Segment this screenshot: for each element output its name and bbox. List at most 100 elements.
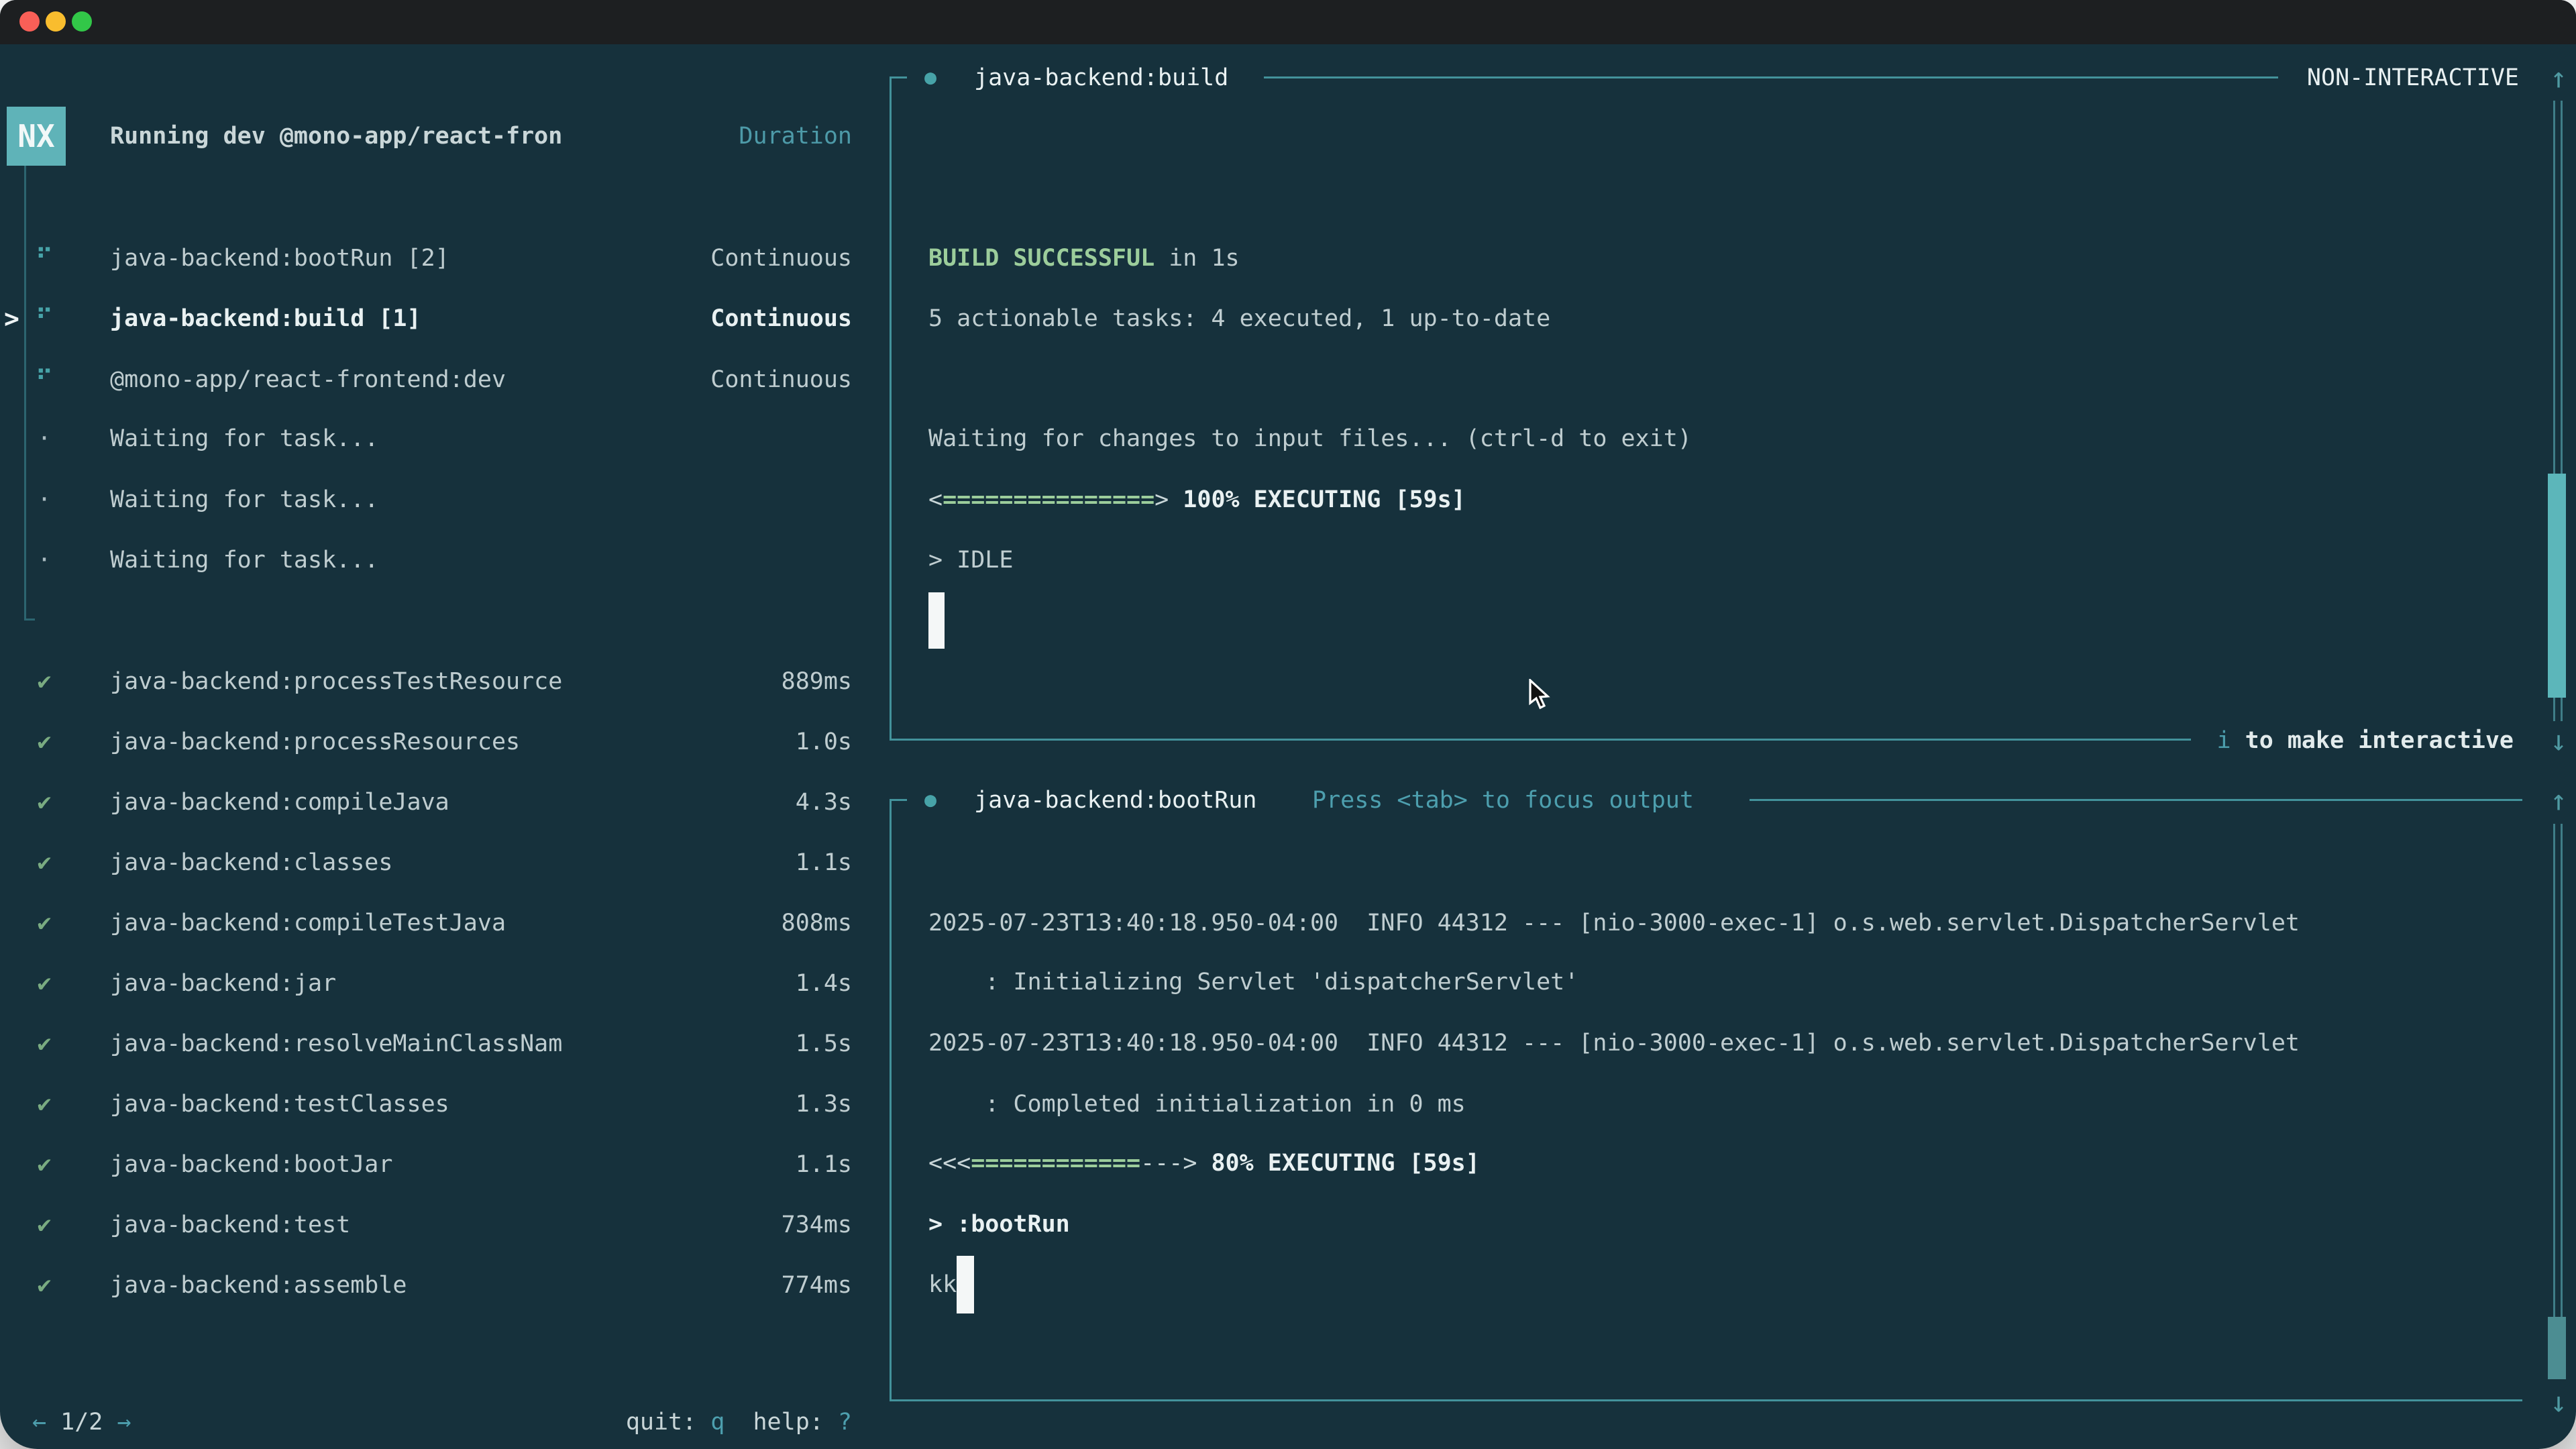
task-duration: 4.3s [796,789,852,816]
prev-page-arrow-icon[interactable]: ← [32,1409,46,1436]
task-row[interactable]: ✔java-backend:compileTestJava808ms [0,893,890,953]
help-key[interactable]: ? [838,1409,852,1436]
task-name: Waiting for task... [110,486,378,513]
bottom-panel-title: java-backend:bootRun [974,787,1256,814]
task-row[interactable]: ✔java-backend:resolveMainClassNam1.5s [0,1014,890,1074]
gradle-progress-bar: <<<============---> 80% EXECUTING [59s] [928,1150,1480,1177]
build-successful-text: BUILD SUCCESSFUL [928,245,1155,272]
task-row[interactable]: ✔java-backend:test734ms [0,1195,890,1255]
idle-line: > IDLE [928,547,1013,574]
task-running-spinner-icon: ⠋ [31,366,58,393]
task-row[interactable]: ✔java-backend:jar1.4s [0,953,890,1014]
progress-left-cap: < [928,486,943,513]
scrollbar-track[interactable] [2553,824,2563,1371]
progress-left-cap: <<< [928,1150,971,1177]
typed-input-text[interactable]: kk [928,1271,957,1298]
scrollbar-thumb[interactable] [2548,1317,2566,1379]
task-row[interactable]: ✔ java-backend:compileJava 4.3s [0,772,890,833]
scroll-down-icon[interactable]: ↓ [2544,724,2573,757]
task-row[interactable]: ⠋@mono-app/react-frontend:devContinuous [0,350,890,410]
task-duration: Continuous [710,366,852,393]
focus-output-hint: Press <tab> to focus output [1312,787,1694,814]
interactive-hint-text: to make interactive [2231,727,2514,754]
page-indicator [46,1409,60,1436]
panel-border [890,76,907,78]
task-name: java-backend:compileJava [110,789,449,816]
task-list-header: Running dev @mono-app/react-fron Duratio… [0,107,890,166]
panel-border [890,76,892,741]
task-row[interactable]: ✔java-backend:classes1.1s [0,833,890,893]
tasks-summary-line: 5 actionable tasks: 4 executed, 1 up-to-… [928,305,1550,332]
task-name: java-backend:classes [110,849,392,876]
terminal-cursor [957,1256,974,1313]
maximize-window-icon[interactable] [72,11,92,32]
task-duration: 808ms [782,910,852,936]
task-success-check-icon: ✔ [31,668,58,695]
task-success-check-icon: ✔ [31,1091,58,1118]
scroll-up-icon[interactable]: ↑ [2544,62,2573,95]
progress-fill: ============ [971,1150,1140,1177]
log-line: 2025-07-23T13:40:18.950-04:00 INFO 44312… [928,910,2300,936]
log-line: : Completed initialization in 0 ms [928,1091,1466,1118]
task-name: java-backend:processTestResource [110,668,562,695]
progress-label: 100% EXECUTING [59s] [1169,486,1466,513]
task-waiting-dot-icon: · [31,547,58,574]
page-number: 1/2 [60,1409,103,1436]
task-list-footer: ← 1/2 → quit: q help: ? [0,1392,890,1449]
task-duration: 774ms [782,1272,852,1299]
progress-remaining: --- [1140,1150,1183,1177]
prompt-line: > :bootRun [928,1211,1070,1238]
next-page-arrow-icon[interactable]: → [117,1409,131,1436]
quit-key[interactable]: q [710,1409,724,1436]
task-row[interactable]: ✔java-backend:bootJar1.1s [0,1134,890,1195]
task-row[interactable]: · Waiting for task... [0,470,890,530]
task-name: Waiting for task... [110,547,378,574]
panel-border [890,739,2191,741]
minimize-window-icon[interactable] [46,11,66,32]
task-row[interactable]: · Waiting for task... [0,409,890,469]
task-success-check-icon: ✔ [31,1212,58,1238]
task-name: Waiting for task... [110,425,378,452]
task-row[interactable]: ⠋java-backend:bootRun [2]Continuous [0,228,890,288]
task-duration: 1.1s [796,1151,852,1178]
top-panel-title: java-backend:build [974,64,1228,91]
task-row[interactable]: ✔java-backend:processTestResource889ms [0,651,890,712]
panel-border [890,1399,2522,1401]
progress-right-cap: > [1183,1150,1197,1177]
task-duration: 1.3s [796,1091,852,1118]
task-waiting-dot-icon: · [31,425,58,452]
task-name: java-backend:compileTestJava [110,910,506,936]
task-duration: 734ms [782,1212,852,1238]
task-duration: 1.0s [796,729,852,755]
task-row[interactable]: ✔java-backend:processResources1.0s [0,712,890,772]
scroll-up-icon[interactable]: ↑ [2544,784,2573,817]
keyboard-hints: quit: q help: ? [626,1409,852,1436]
build-status-line: BUILD SUCCESSFUL in 1s [928,245,1240,272]
task-success-check-icon: ✔ [31,789,58,816]
progress-label: 80% EXECUTING [59s] [1197,1150,1479,1177]
interactive-hint-key[interactable]: i [2216,727,2231,754]
progress-right-cap: > [1155,486,1169,513]
task-success-check-icon: ✔ [31,849,58,876]
task-row[interactable]: · Waiting for task... [0,530,890,590]
task-row[interactable]: ✔java-backend:testClasses1.3s [0,1074,890,1134]
task-name: java-backend:bootRun [2] [110,245,449,272]
continuous-group-bracket-foot [24,619,35,621]
scrollbar-thumb[interactable] [2548,474,2566,698]
help-label: help: [753,1409,823,1436]
task-list-sidebar: NX Running dev @mono-app/react-fron Dura… [0,44,890,1449]
task-running-spinner-icon: ⠋ [31,245,58,272]
close-window-icon[interactable] [19,11,40,32]
task-duration: 1.4s [796,970,852,997]
terminal-cursor [928,592,945,649]
interactive-hint: i to make interactive [2211,727,2519,754]
quit-label: quit: [626,1409,696,1436]
task-row[interactable]: >⠋java-backend:build [1]Continuous [0,288,890,349]
task-running-spinner-icon: ⠋ [31,305,58,332]
scroll-down-icon[interactable]: ↓ [2544,1386,2573,1419]
task-waiting-dot-icon: · [31,486,58,513]
task-row[interactable]: ✔java-backend:assemble774ms [0,1255,890,1316]
running-command-title: Running dev @mono-app/react-fron [110,123,562,150]
task-name: java-backend:assemble [110,1272,407,1299]
panel-border [1264,76,2278,78]
